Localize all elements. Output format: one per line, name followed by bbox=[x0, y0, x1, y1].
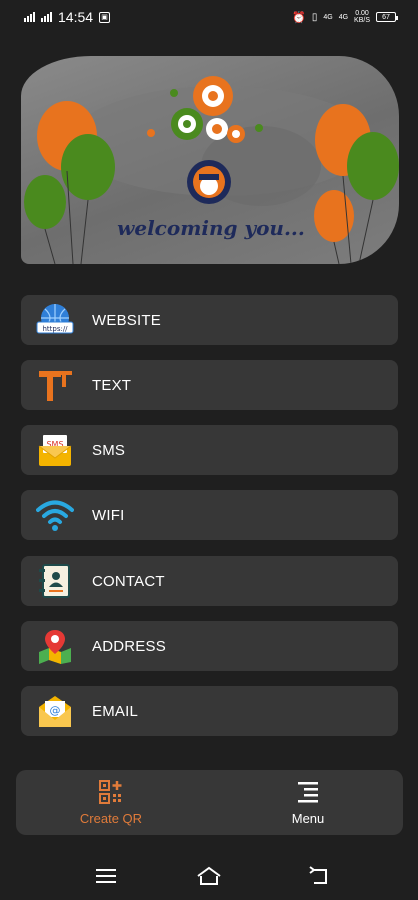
net-speed-value: 0.00 bbox=[355, 10, 369, 17]
svg-text:https://: https:// bbox=[42, 325, 68, 333]
net-speed: 0.00 KB/S bbox=[354, 10, 370, 24]
wifi-icon bbox=[36, 500, 74, 531]
alarm-icon: ⏰ bbox=[292, 11, 306, 24]
menu-item-label-text: TEXT bbox=[92, 376, 132, 394]
bottom-tab-bar: Create QR Menu bbox=[16, 770, 403, 835]
network-type-right: 4G bbox=[338, 13, 349, 21]
menu-lines-icon bbox=[298, 782, 318, 803]
back-icon[interactable] bbox=[306, 864, 332, 888]
net-speed-unit: KB/S bbox=[354, 17, 370, 24]
menu-item-label-website: WEBSITE bbox=[92, 311, 161, 329]
system-nav-bar bbox=[0, 850, 418, 900]
signal-icon-2 bbox=[41, 12, 52, 22]
gallery-notification-icon: ▣ bbox=[99, 11, 111, 23]
emblem-logo-icon bbox=[187, 160, 231, 204]
status-right: ⏰ ▯ 4G 4G 0.00 KB/S 67 bbox=[292, 10, 398, 24]
text-tt-icon bbox=[39, 371, 72, 401]
status-bar: 14:54 ▣ ⏰ ▯ 4G 4G 0.00 KB/S 67 bbox=[0, 0, 418, 34]
menu-item-label-contact: CONTACT bbox=[92, 572, 165, 590]
menu-item-wifi[interactable]: WIFI bbox=[21, 490, 398, 540]
menu-item-label-sms: SMS bbox=[92, 441, 126, 459]
globe-https-icon: https:// bbox=[36, 304, 74, 334]
status-left: 14:54 ▣ bbox=[24, 9, 111, 25]
map-pin-icon bbox=[39, 630, 71, 664]
recents-menu-icon[interactable] bbox=[93, 864, 119, 888]
tab-menu[interactable]: Menu bbox=[213, 770, 403, 835]
tab-create-qr-label: Create QR bbox=[79, 811, 143, 826]
status-time: 14:54 bbox=[58, 9, 94, 25]
vibrate-icon: ▯ bbox=[311, 11, 318, 23]
menu-item-text[interactable]: TEXT bbox=[21, 360, 398, 410]
svg-text:@: @ bbox=[50, 704, 61, 717]
battery-icon: 67 bbox=[376, 12, 398, 22]
contact-book-icon bbox=[39, 564, 70, 598]
menu-item-website[interactable]: https:// WEBSITE bbox=[21, 295, 398, 345]
tab-create-qr[interactable]: Create QR bbox=[16, 770, 206, 835]
sms-envelope-icon: SMS bbox=[38, 435, 72, 466]
signal-icon bbox=[24, 12, 35, 22]
menu-item-label-address: ADDRESS bbox=[92, 637, 166, 655]
menu-item-label-wifi: WIFI bbox=[92, 506, 125, 524]
menu-item-address[interactable]: ADDRESS bbox=[21, 621, 398, 671]
banner-welcome-text: welcoming you... bbox=[117, 216, 305, 240]
menu-item-label-email: EMAIL bbox=[92, 702, 139, 720]
qr-add-icon bbox=[99, 780, 122, 804]
email-envelope-icon: @ bbox=[39, 696, 71, 727]
balloons-right-icon bbox=[314, 104, 399, 264]
home-icon[interactable] bbox=[196, 864, 222, 888]
tab-menu-label: Menu bbox=[291, 811, 325, 826]
menu-item-contact[interactable]: CONTACT bbox=[21, 556, 398, 606]
battery-level: 67 bbox=[382, 13, 390, 21]
menu-item-sms[interactable]: SMS SMS bbox=[21, 425, 398, 475]
network-type-left: 4G bbox=[323, 13, 333, 21]
menu-item-email[interactable]: @ EMAIL bbox=[21, 686, 398, 736]
